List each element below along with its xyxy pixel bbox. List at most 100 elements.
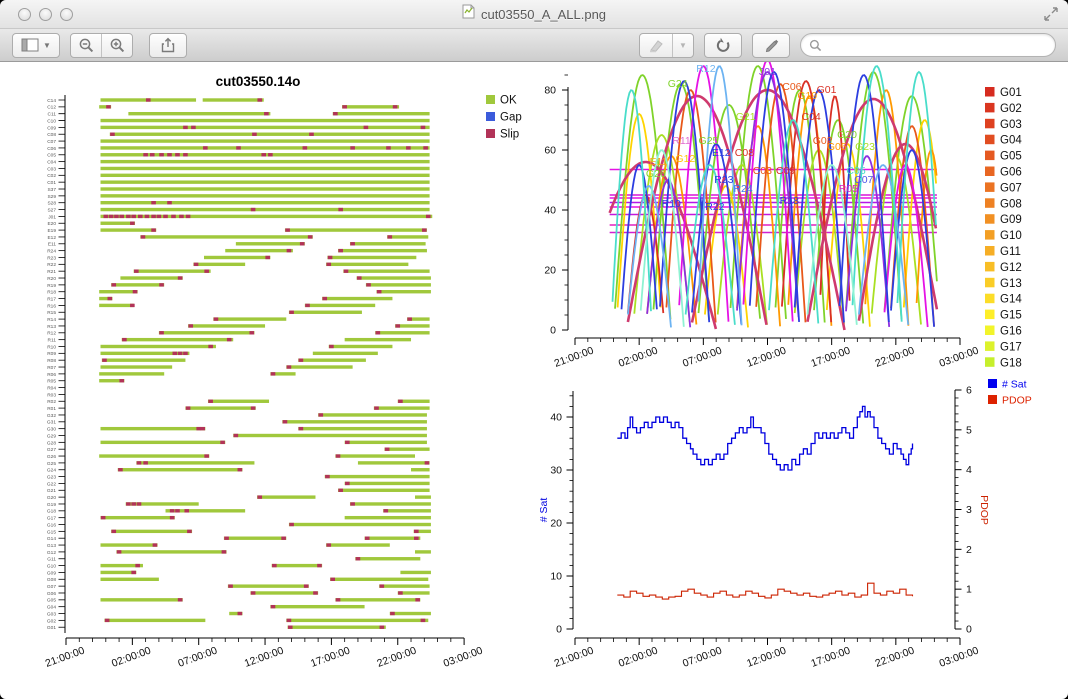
svg-text:G28: G28 [47, 440, 56, 446]
svg-text:G12: G12 [1000, 262, 1022, 274]
svg-text:G03: G03 [47, 611, 56, 617]
svg-text:R18: R18 [47, 290, 56, 296]
svg-text:R14: R14 [47, 317, 56, 323]
svg-text:G05: G05 [47, 598, 56, 604]
svg-text:G07: G07 [1000, 182, 1022, 194]
svg-text:R24: R24 [733, 183, 752, 195]
svg-text:G25: G25 [47, 461, 56, 467]
svg-text:G20: G20 [47, 495, 56, 501]
svg-text:G09: G09 [47, 570, 56, 576]
svg-text:C03: C03 [753, 165, 772, 177]
close-button[interactable] [18, 8, 31, 21]
window-titlebar[interactable]: cut03550_A_ALL.png [0, 0, 1068, 29]
svg-text:G23: G23 [855, 141, 875, 153]
svg-text:C01: C01 [47, 180, 56, 186]
share-button[interactable] [149, 33, 187, 58]
zoom-out-icon [78, 37, 95, 54]
svg-text:G13: G13 [47, 543, 56, 549]
document-icon [462, 4, 475, 24]
svg-text:E12: E12 [712, 147, 731, 159]
svg-text:R22: R22 [705, 201, 724, 213]
zoom-out-button[interactable] [71, 34, 101, 57]
svg-text:R19: R19 [47, 283, 56, 289]
svg-text:R09: R09 [47, 351, 56, 357]
svg-text:G01: G01 [1000, 87, 1022, 99]
svg-text:G29: G29 [47, 433, 56, 439]
svg-text:G11: G11 [47, 557, 56, 563]
svg-text:G15: G15 [1000, 310, 1022, 322]
svg-text:# Sat: # Sat [1002, 379, 1027, 391]
svg-text:17:00:00: 17:00:00 [809, 344, 852, 369]
search-input[interactable] [827, 37, 1047, 53]
highlighter-icon [648, 38, 665, 53]
svg-text:4: 4 [966, 464, 972, 476]
svg-text:40: 40 [550, 412, 562, 424]
svg-text:C08: C08 [47, 132, 56, 138]
svg-text:E19: E19 [47, 228, 56, 234]
svg-text:C10: C10 [47, 118, 56, 124]
svg-text:G06: G06 [47, 591, 56, 597]
svg-text:R23: R23 [714, 174, 733, 186]
svg-text:C14: C14 [47, 98, 56, 104]
svg-text:22:00:00: 22:00:00 [874, 644, 917, 669]
svg-text:G20: G20 [837, 129, 857, 141]
svg-text:17:00:00: 17:00:00 [809, 644, 852, 669]
svg-text:60: 60 [544, 145, 556, 157]
svg-text:R02: R02 [47, 399, 56, 405]
svg-text:G07: G07 [47, 584, 56, 590]
svg-text:R15: R15 [47, 310, 56, 316]
minimize-button[interactable] [39, 8, 52, 21]
satpdop-chart: 010203040012345621:00:0002:00:0007:00:00… [538, 379, 1032, 670]
zoom-in-button[interactable] [101, 34, 132, 57]
svg-text:17:00:00: 17:00:00 [309, 644, 352, 669]
svg-text:G08: G08 [1000, 198, 1022, 210]
svg-text:C12: C12 [47, 105, 56, 111]
svg-text:22:00:00: 22:00:00 [375, 644, 418, 669]
svg-text:21:00:00: 21:00:00 [553, 644, 596, 669]
svg-text:G03: G03 [1000, 119, 1022, 131]
sidebar-button[interactable]: ▼ [12, 33, 60, 58]
svg-text:R12: R12 [696, 63, 715, 75]
svg-text:G21: G21 [736, 111, 756, 123]
svg-text:R13: R13 [47, 324, 56, 330]
svg-text:G14: G14 [47, 536, 56, 542]
svg-text:2: 2 [966, 544, 972, 556]
svg-text:R21: R21 [47, 269, 56, 275]
window-title: cut03550_A_ALL.png [481, 7, 606, 22]
chevron-down-icon: ▼ [679, 41, 687, 50]
markup-button[interactable] [752, 33, 790, 58]
zoom-window-button[interactable] [60, 8, 73, 21]
svg-text:C09: C09 [776, 165, 795, 177]
toolbar: ▼ [0, 29, 1068, 62]
svg-text:G19: G19 [797, 90, 817, 102]
svg-text:G23: G23 [47, 474, 56, 480]
svg-text:02:00:00: 02:00:00 [617, 644, 660, 669]
svg-text:G31: G31 [47, 420, 56, 426]
svg-text:03:00:00: 03:00:00 [938, 344, 981, 369]
svg-text:21:00:00: 21:00:00 [553, 344, 596, 369]
svg-text:G14: G14 [1000, 294, 1022, 306]
svg-text:12:00:00: 12:00:00 [745, 344, 788, 369]
elevation-chart: 02040608021:00:0002:00:0007:00:0012:00:0… [544, 62, 1022, 370]
highlight-dropdown-button[interactable]: ▼ [672, 34, 693, 57]
svg-text:R08: R08 [47, 358, 56, 364]
svg-text:1: 1 [966, 584, 972, 596]
highlight-button[interactable] [640, 34, 672, 57]
obs-chart: cut03550.14oC14C12C11C10C09C08C07C06C05C… [44, 74, 522, 670]
svg-text:cut03550.14o: cut03550.14o [216, 74, 301, 89]
svg-text:G21: G21 [47, 488, 56, 494]
svg-text:G15: G15 [47, 529, 56, 535]
svg-text:C06: C06 [47, 146, 56, 152]
svg-text:PDOP: PDOP [1002, 395, 1032, 407]
svg-text:S27: S27 [47, 207, 56, 213]
rotate-left-button[interactable] [704, 33, 742, 58]
fullscreen-icon[interactable] [1044, 7, 1058, 26]
svg-text:E11: E11 [48, 242, 57, 248]
svg-text:G17: G17 [1000, 341, 1022, 353]
search-field[interactable] [800, 33, 1056, 57]
svg-text:G16: G16 [1000, 326, 1022, 338]
svg-text:G02: G02 [47, 618, 56, 624]
svg-text:C03: C03 [47, 166, 56, 172]
svg-text:G10: G10 [1000, 230, 1022, 242]
svg-text:G26: G26 [47, 454, 56, 460]
